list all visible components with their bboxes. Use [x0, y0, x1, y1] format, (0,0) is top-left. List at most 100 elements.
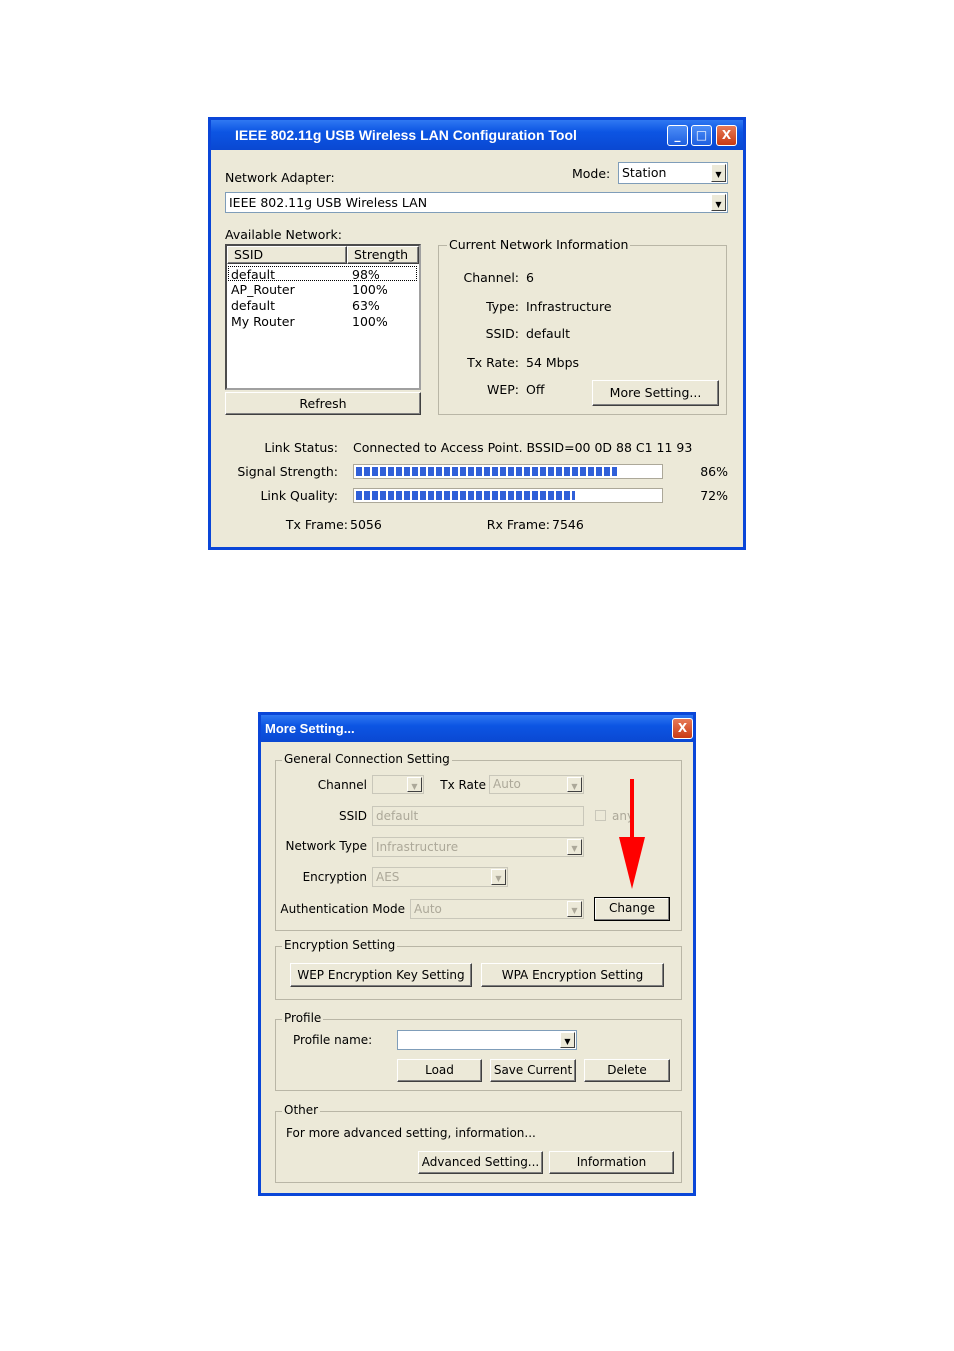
other-group: Other For more advanced setting, informa…	[275, 1103, 682, 1183]
network-adapter-label: Network Adapter:	[225, 170, 335, 185]
available-network-label: Available Network:	[225, 227, 342, 242]
main-window: IEEE 802.11g USB Wireless LAN Configurat…	[208, 117, 746, 550]
save-current-button[interactable]: Save Current	[490, 1059, 576, 1082]
network-strength: 98%	[352, 267, 380, 282]
channel-select[interactable]: ▼	[372, 775, 424, 794]
network-ssid: My Router	[231, 314, 295, 329]
tx-frame-value: 5056	[350, 517, 382, 532]
more-setting-window: More Setting... X General Connection Set…	[258, 712, 696, 1196]
network-type-value: Infrastructure	[376, 840, 459, 854]
channel-value: 6	[526, 270, 534, 285]
list-item[interactable]: default 63%	[228, 298, 417, 313]
more-setting-titlebar[interactable]: More Setting... X	[261, 715, 693, 742]
other-title: Other	[282, 1103, 321, 1117]
link-quality-bar	[353, 488, 663, 503]
encryption-value: AES	[376, 870, 400, 884]
current-network-info-group: Current Network Information Channel: 6 T…	[438, 237, 727, 415]
signal-strength-bar	[353, 464, 663, 479]
txrate-value: 54 Mbps	[526, 355, 580, 370]
type-label: Type:	[486, 299, 519, 314]
link-quality-label: Link Quality:	[260, 488, 338, 503]
main-titlebar[interactable]: IEEE 802.11g USB Wireless LAN Configurat…	[211, 120, 743, 150]
chevron-down-icon[interactable]: ▼	[560, 1032, 575, 1048]
chevron-down-icon[interactable]: ▼	[711, 194, 726, 211]
delete-button[interactable]: Delete	[584, 1059, 670, 1082]
network-strength: 63%	[352, 298, 380, 313]
ssid-label: SSID:	[485, 326, 519, 341]
link-status-label: Link Status:	[264, 440, 338, 455]
adapter-value: IEEE 802.11g USB Wireless LAN	[229, 195, 428, 210]
change-button[interactable]: Change	[594, 897, 670, 921]
chevron-down-icon[interactable]: ▼	[491, 869, 506, 885]
column-header-ssid[interactable]: SSID	[227, 246, 347, 264]
chevron-down-icon[interactable]: ▼	[711, 164, 726, 182]
network-ssid: default	[231, 298, 275, 313]
list-item[interactable]: default 98%	[228, 266, 417, 282]
wep-encryption-key-button[interactable]: WEP Encryption Key Setting	[290, 963, 472, 987]
link-quality-value: 72%	[700, 488, 728, 503]
auth-mode-label: Authentication Mode	[280, 902, 405, 916]
txrate-select[interactable]: Auto ▼	[489, 775, 584, 794]
ssid-label: SSID	[338, 809, 367, 823]
load-button[interactable]: Load	[397, 1059, 482, 1082]
list-item[interactable]: My Router 100%	[228, 314, 417, 329]
minimize-icon[interactable]: _	[667, 125, 688, 146]
auth-mode-select[interactable]: Auto ▼	[410, 899, 584, 919]
column-header-strength[interactable]: Strength	[347, 246, 419, 264]
red-arrow-head-icon	[619, 837, 645, 889]
tx-frame-label: Tx Frame:	[285, 517, 348, 532]
wpa-encryption-button[interactable]: WPA Encryption Setting	[481, 963, 664, 987]
signal-strength-value: 86%	[700, 464, 728, 479]
network-strength: 100%	[352, 314, 388, 329]
mode-value: Station	[622, 165, 667, 180]
wep-value: Off	[526, 382, 545, 397]
other-description: For more advanced setting, information..…	[286, 1126, 536, 1140]
adapter-select[interactable]: IEEE 802.11g USB Wireless LAN ▼	[225, 192, 728, 213]
chevron-down-icon[interactable]: ▼	[567, 777, 582, 792]
main-window-title: IEEE 802.11g USB Wireless LAN Configurat…	[235, 127, 577, 143]
encryption-select[interactable]: AES ▼	[372, 867, 508, 887]
auth-mode-value: Auto	[414, 902, 442, 916]
rx-frame-value: 7546	[552, 517, 584, 532]
chevron-down-icon[interactable]: ▼	[407, 777, 422, 792]
signal-strength-label: Signal Strength:	[237, 464, 338, 479]
any-checkbox[interactable]	[595, 810, 606, 821]
ssid-input[interactable]: default	[372, 806, 584, 826]
txrate-label: Tx Rate	[440, 778, 486, 792]
close-icon[interactable]: X	[672, 718, 693, 739]
mode-label: Mode:	[572, 166, 611, 181]
type-value: Infrastructure	[526, 299, 612, 314]
encryption-setting-group: Encryption Setting WEP Encryption Key Se…	[275, 938, 682, 1000]
channel-label: Channel:	[463, 270, 519, 285]
network-type-label: Network Type	[285, 839, 367, 853]
close-icon[interactable]: X	[716, 125, 737, 146]
chevron-down-icon[interactable]: ▼	[567, 839, 582, 855]
txrate-value: Auto	[493, 777, 521, 791]
refresh-button[interactable]: Refresh	[225, 392, 421, 415]
network-strength: 100%	[352, 282, 388, 297]
chevron-down-icon[interactable]: ▼	[567, 901, 582, 917]
mode-select[interactable]: Station ▼	[618, 162, 728, 184]
encryption-setting-title: Encryption Setting	[282, 938, 398, 952]
information-button[interactable]: Information	[549, 1151, 674, 1174]
encryption-label: Encryption	[302, 870, 367, 884]
rx-frame-label: Rx Frame:	[486, 517, 550, 532]
ssid-value: default	[526, 326, 570, 341]
channel-label: Channel	[317, 778, 367, 792]
profile-name-select[interactable]: ▼	[397, 1030, 577, 1050]
profile-group: Profile Profile name: ▼ Load Save Curren…	[275, 1011, 682, 1091]
current-network-info-title: Current Network Information	[447, 237, 631, 252]
advanced-setting-button[interactable]: Advanced Setting...	[418, 1151, 543, 1174]
any-label: any	[612, 809, 632, 823]
list-item[interactable]: AP_Router 100%	[228, 282, 417, 297]
link-quality-fill	[356, 491, 575, 500]
profile-name-label: Profile name:	[293, 1033, 373, 1047]
signal-strength-fill	[356, 467, 617, 476]
network-list[interactable]: SSID Strength default 98% AP_Router 100%…	[225, 244, 421, 390]
txrate-label: Tx Rate:	[467, 355, 519, 370]
maximize-icon[interactable]: □	[691, 125, 712, 146]
network-ssid: default	[231, 267, 275, 282]
network-type-select[interactable]: Infrastructure ▼	[372, 837, 584, 857]
more-setting-title: More Setting...	[265, 721, 355, 736]
more-setting-button[interactable]: More Setting...	[592, 380, 719, 406]
